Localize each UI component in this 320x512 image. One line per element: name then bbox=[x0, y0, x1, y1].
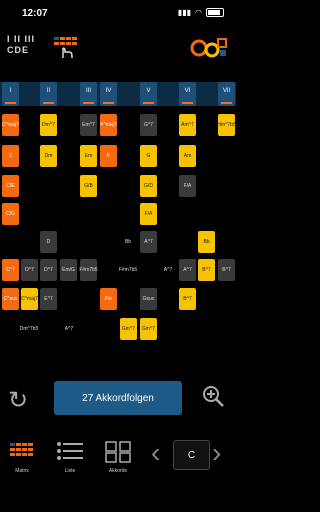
key-previous-button[interactable]: ‹ bbox=[151, 438, 160, 468]
chord-tile[interactable]: C^maj7 bbox=[2, 114, 19, 136]
undo-icon[interactable]: ↻ bbox=[8, 386, 28, 415]
chord-tile[interactable]: A^7 bbox=[158, 259, 178, 281]
battery-icon bbox=[206, 8, 224, 17]
degree-header-ii[interactable]: II bbox=[40, 82, 57, 106]
chord-tile[interactable]: G bbox=[140, 145, 157, 167]
chord-tile[interactable]: B^7 bbox=[179, 288, 196, 310]
status-time: 12:07 bbox=[22, 8, 48, 19]
chord-tile[interactable]: Bb bbox=[198, 231, 215, 253]
chord-tile[interactable]: C/E bbox=[2, 175, 19, 197]
brand-logo-icon[interactable] bbox=[190, 36, 228, 60]
chord-tile[interactable]: A^7 bbox=[179, 259, 196, 281]
chord-tile[interactable]: Gsus bbox=[140, 288, 157, 310]
tab-label: Akkorde bbox=[108, 468, 128, 474]
chord-tile[interactable]: G^7 bbox=[140, 114, 157, 136]
chord-tile[interactable]: Gm^7 bbox=[140, 318, 157, 340]
progression-count-button[interactable]: 27 Akkordfolgen bbox=[54, 381, 182, 415]
matrix-grid-icon bbox=[2, 438, 42, 466]
chord-tile[interactable]: C bbox=[2, 145, 19, 167]
chord-tile[interactable]: D^7 bbox=[21, 259, 38, 281]
chord-tile[interactable]: Em/G bbox=[60, 259, 77, 281]
degree-header-v[interactable]: V bbox=[140, 82, 157, 106]
chord-tile[interactable]: F#m7b5 bbox=[79, 259, 98, 281]
tab-liste[interactable]: Liste bbox=[50, 438, 90, 474]
logo-letters: CDE bbox=[7, 45, 30, 55]
key-next-button[interactable]: › bbox=[212, 438, 221, 468]
degree-header-vii[interactable]: VII bbox=[218, 82, 235, 106]
chord-tile[interactable]: F#m7b5 bbox=[118, 259, 138, 281]
degree-header-vi[interactable]: VI bbox=[179, 82, 196, 106]
wifi-icon: ◠ bbox=[195, 8, 202, 17]
chord-tile[interactable]: Dm bbox=[40, 145, 57, 167]
chord-tile[interactable]: A^7 bbox=[58, 318, 80, 340]
degree-bar bbox=[0, 82, 236, 106]
zoom-in-icon[interactable] bbox=[201, 384, 225, 408]
chord-tile[interactable]: A^7 bbox=[140, 231, 157, 253]
list-icon bbox=[50, 438, 90, 466]
chord-tile[interactable]: F/A bbox=[179, 175, 196, 197]
status-icons: ▮▮▮ ◠ bbox=[178, 8, 224, 17]
degree-header-iii[interactable]: III bbox=[80, 82, 97, 106]
chord-tile[interactable]: C^7 bbox=[2, 259, 19, 281]
chord-tile[interactable]: Am^7 bbox=[179, 114, 196, 136]
chord-tile[interactable]: B^7 bbox=[218, 259, 235, 281]
degree-header-i[interactable]: I bbox=[2, 82, 19, 106]
logo-roman: I II III bbox=[7, 34, 36, 44]
tab-label: Liste bbox=[64, 468, 76, 474]
chord-tile[interactable]: F bbox=[100, 145, 117, 167]
tap-grid-icon[interactable] bbox=[52, 34, 80, 62]
chords-grid-icon bbox=[98, 438, 138, 466]
chord-tile[interactable]: C^sus bbox=[2, 288, 19, 310]
tab-label: Matrix bbox=[15, 468, 29, 474]
tab-matrix[interactable]: Matrix bbox=[2, 438, 42, 474]
chord-tile[interactable]: Hm^7b5 bbox=[217, 114, 236, 136]
tab-akkorde[interactable]: Akkorde bbox=[98, 438, 138, 474]
chord-tile[interactable]: Em bbox=[80, 145, 97, 167]
degree-header-iv[interactable]: IV bbox=[100, 82, 117, 106]
chord-tile[interactable]: Am bbox=[179, 145, 196, 167]
chord-tile[interactable]: D^7 bbox=[40, 259, 57, 281]
chord-tile[interactable]: G/D bbox=[140, 175, 157, 197]
chord-tile[interactable]: F/A bbox=[140, 203, 157, 225]
chord-tile[interactable]: Fm bbox=[100, 288, 117, 310]
signal-icon: ▮▮▮ bbox=[177, 8, 192, 17]
app-logo[interactable]: I II III CDE bbox=[7, 34, 35, 56]
chord-tile[interactable]: C^maj7 bbox=[21, 288, 38, 310]
key-display[interactable]: C bbox=[173, 440, 210, 470]
chord-tile[interactable]: D bbox=[40, 231, 57, 253]
chord-tile[interactable]: B^7 bbox=[198, 259, 215, 281]
chord-tile[interactable]: Bb bbox=[118, 231, 138, 253]
chord-tile[interactable]: Gm^7 bbox=[120, 318, 137, 340]
chord-tile[interactable]: Dm^7b5 bbox=[18, 318, 40, 340]
chord-tile[interactable]: G/B bbox=[80, 175, 97, 197]
chord-tile[interactable]: E^7 bbox=[40, 288, 57, 310]
chord-tile[interactable]: F^maj7 bbox=[100, 114, 117, 136]
chord-tile[interactable]: C/G bbox=[2, 203, 19, 225]
chord-tile[interactable]: Em^7 bbox=[80, 114, 97, 136]
chord-tile[interactable]: Dm^7 bbox=[40, 114, 57, 136]
